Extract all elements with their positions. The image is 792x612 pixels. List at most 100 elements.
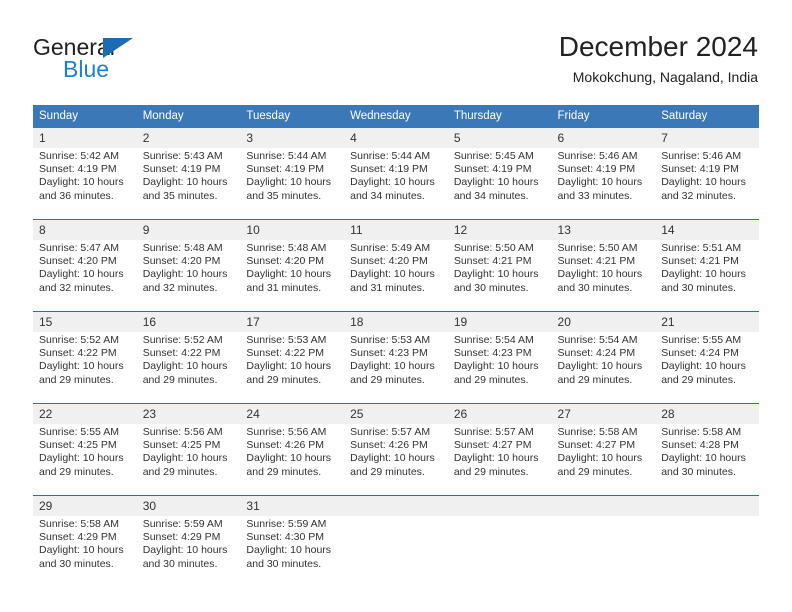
week-5-daynumber-row: 29 30 31 [33, 495, 759, 516]
daynumber: 30 [136, 495, 241, 516]
daynumber: 29 [33, 495, 137, 516]
sunrise-text: Sunrise: 5:54 AM [557, 334, 638, 346]
daylight-text-line2: and 35 minutes. [246, 189, 322, 202]
daynumber: 10 [240, 219, 345, 240]
sunset-text: Sunset: 4:19 PM [350, 163, 428, 176]
week-separator-cell [33, 302, 759, 312]
day-cell: Sunrise: 5:54 AM Sunset: 4:24 PM Dayligh… [551, 332, 656, 394]
sunrise-text: Sunrise: 5:52 AM [142, 334, 223, 346]
generalblue-logo[interactable]: General Blue [33, 34, 223, 86]
sunrise-text: Sunrise: 5:59 AM [246, 518, 327, 530]
sunrise-sunset-calendar: Sunday Monday Tuesday Wednesday Thursday… [33, 105, 759, 578]
sunset-text: Sunset: 4:21 PM [453, 255, 532, 268]
daylight-text-line1: Daylight: 10 hours [453, 268, 539, 281]
sunset-text: Sunset: 4:24 PM [661, 347, 739, 360]
day-cell-empty [447, 516, 552, 578]
daylight-text-line1: Daylight: 10 hours [661, 452, 746, 465]
daylight-text-line1: Daylight: 10 hours [39, 268, 124, 281]
dow-header-sunday: Sunday [33, 105, 137, 128]
daylight-text-line1: Daylight: 10 hours [142, 360, 228, 373]
week-separator [33, 210, 759, 220]
daylight-text-line2: and 30 minutes. [246, 557, 322, 570]
sunrise-text: Sunrise: 5:44 AM [246, 150, 327, 162]
dow-header-saturday: Saturday [655, 105, 759, 128]
dow-header-tuesday: Tuesday [240, 105, 345, 128]
daylight-text-line2: and 30 minutes. [557, 281, 633, 294]
daylight-text-line1: Daylight: 10 hours [453, 360, 539, 373]
daylight-text-line2: and 29 minutes. [453, 373, 529, 386]
sunset-text: Sunset: 4:26 PM [350, 439, 428, 452]
daynumber: 27 [551, 403, 656, 424]
daylight-text-line2: and 30 minutes. [453, 281, 529, 294]
sunset-text: Sunset: 4:19 PM [246, 163, 325, 176]
daylight-text-line2: and 30 minutes. [661, 465, 736, 478]
sunrise-text: Sunrise: 5:57 AM [453, 426, 534, 438]
daylight-text-line2: and 36 minutes. [39, 189, 114, 202]
day-cell: Sunrise: 5:56 AM Sunset: 4:26 PM Dayligh… [240, 424, 345, 486]
daylight-text-line2: and 34 minutes. [453, 189, 529, 202]
daylight-text-line1: Daylight: 10 hours [246, 176, 332, 189]
daynumber: 18 [344, 311, 448, 332]
day-cell-empty [344, 516, 448, 578]
daylight-text-line2: and 30 minutes. [661, 281, 736, 294]
page-title: December 2024 [558, 31, 758, 62]
week-separator-cell [33, 210, 759, 220]
daylight-text-line1: Daylight: 10 hours [142, 268, 228, 281]
sunset-text: Sunset: 4:29 PM [142, 531, 221, 544]
daynumber: 4 [344, 128, 448, 148]
daylight-text-line1: Daylight: 10 hours [39, 360, 124, 373]
day-cell: Sunrise: 5:52 AM Sunset: 4:22 PM Dayligh… [136, 332, 241, 394]
daylight-text-line1: Daylight: 10 hours [142, 176, 228, 189]
sunset-text: Sunset: 4:19 PM [142, 163, 221, 176]
daylight-text-line1: Daylight: 10 hours [39, 176, 124, 189]
sunrise-text: Sunrise: 5:55 AM [39, 426, 119, 438]
sunrise-text: Sunrise: 5:49 AM [350, 242, 431, 254]
day-cell: Sunrise: 5:56 AM Sunset: 4:25 PM Dayligh… [136, 424, 241, 486]
page-header: General Blue December 2024 Mokokchung, N… [0, 0, 792, 100]
daylight-text-line2: and 33 minutes. [557, 189, 633, 202]
daylight-text-line2: and 30 minutes. [39, 557, 114, 570]
sunset-text: Sunset: 4:25 PM [39, 439, 117, 452]
daynumber: 20 [551, 311, 656, 332]
daylight-text-line2: and 29 minutes. [350, 373, 425, 386]
day-cell: Sunrise: 5:42 AM Sunset: 4:19 PM Dayligh… [33, 148, 137, 210]
day-cell: Sunrise: 5:43 AM Sunset: 4:19 PM Dayligh… [136, 148, 241, 210]
sunrise-text: Sunrise: 5:58 AM [39, 518, 119, 530]
daylight-text-line1: Daylight: 10 hours [350, 268, 435, 281]
sunset-text: Sunset: 4:20 PM [350, 255, 428, 268]
sunset-text: Sunset: 4:21 PM [557, 255, 636, 268]
week-4-detail-row: Sunrise: 5:55 AM Sunset: 4:25 PM Dayligh… [33, 424, 759, 486]
daylight-text-line1: Daylight: 10 hours [557, 452, 643, 465]
sunset-text: Sunset: 4:27 PM [557, 439, 636, 452]
daynumber: 1 [33, 128, 137, 148]
daylight-text-line1: Daylight: 10 hours [246, 452, 332, 465]
day-cell: Sunrise: 5:53 AM Sunset: 4:23 PM Dayligh… [344, 332, 448, 394]
daylight-text-line2: and 30 minutes. [142, 557, 218, 570]
daylight-text-line2: and 29 minutes. [246, 465, 322, 478]
daylight-text-line2: and 29 minutes. [350, 465, 425, 478]
daynumber: 6 [551, 128, 656, 148]
sunrise-text: Sunrise: 5:48 AM [142, 242, 223, 254]
sunset-text: Sunset: 4:22 PM [39, 347, 117, 360]
daylight-text-line2: and 31 minutes. [350, 281, 425, 294]
week-separator-cell [33, 394, 759, 404]
sunrise-text: Sunrise: 5:48 AM [246, 242, 327, 254]
sunrise-text: Sunrise: 5:56 AM [142, 426, 223, 438]
sunrise-text: Sunrise: 5:46 AM [661, 150, 742, 162]
title-block: December 2024 Mokokchung, Nagaland, Indi… [559, 30, 758, 86]
dow-header-monday: Monday [136, 105, 241, 128]
week-2-daynumber-row: 8 9 10 11 12 13 14 [33, 219, 759, 240]
day-cell: Sunrise: 5:58 AM Sunset: 4:29 PM Dayligh… [33, 516, 137, 578]
week-3-daynumber-row: 15 16 17 18 19 20 21 [33, 311, 759, 332]
daylight-text-line2: and 29 minutes. [557, 373, 633, 386]
sunrise-text: Sunrise: 5:47 AM [39, 242, 119, 254]
daynumber: 5 [447, 128, 552, 148]
sunset-text: Sunset: 4:25 PM [142, 439, 221, 452]
sunrise-text: Sunrise: 5:56 AM [246, 426, 327, 438]
dow-header-friday: Friday [551, 105, 656, 128]
day-cell: Sunrise: 5:50 AM Sunset: 4:21 PM Dayligh… [447, 240, 552, 302]
daynumber-empty [551, 495, 656, 516]
daylight-text-line1: Daylight: 10 hours [246, 268, 332, 281]
daylight-text-line2: and 29 minutes. [661, 373, 736, 386]
daynumber: 31 [240, 495, 345, 516]
